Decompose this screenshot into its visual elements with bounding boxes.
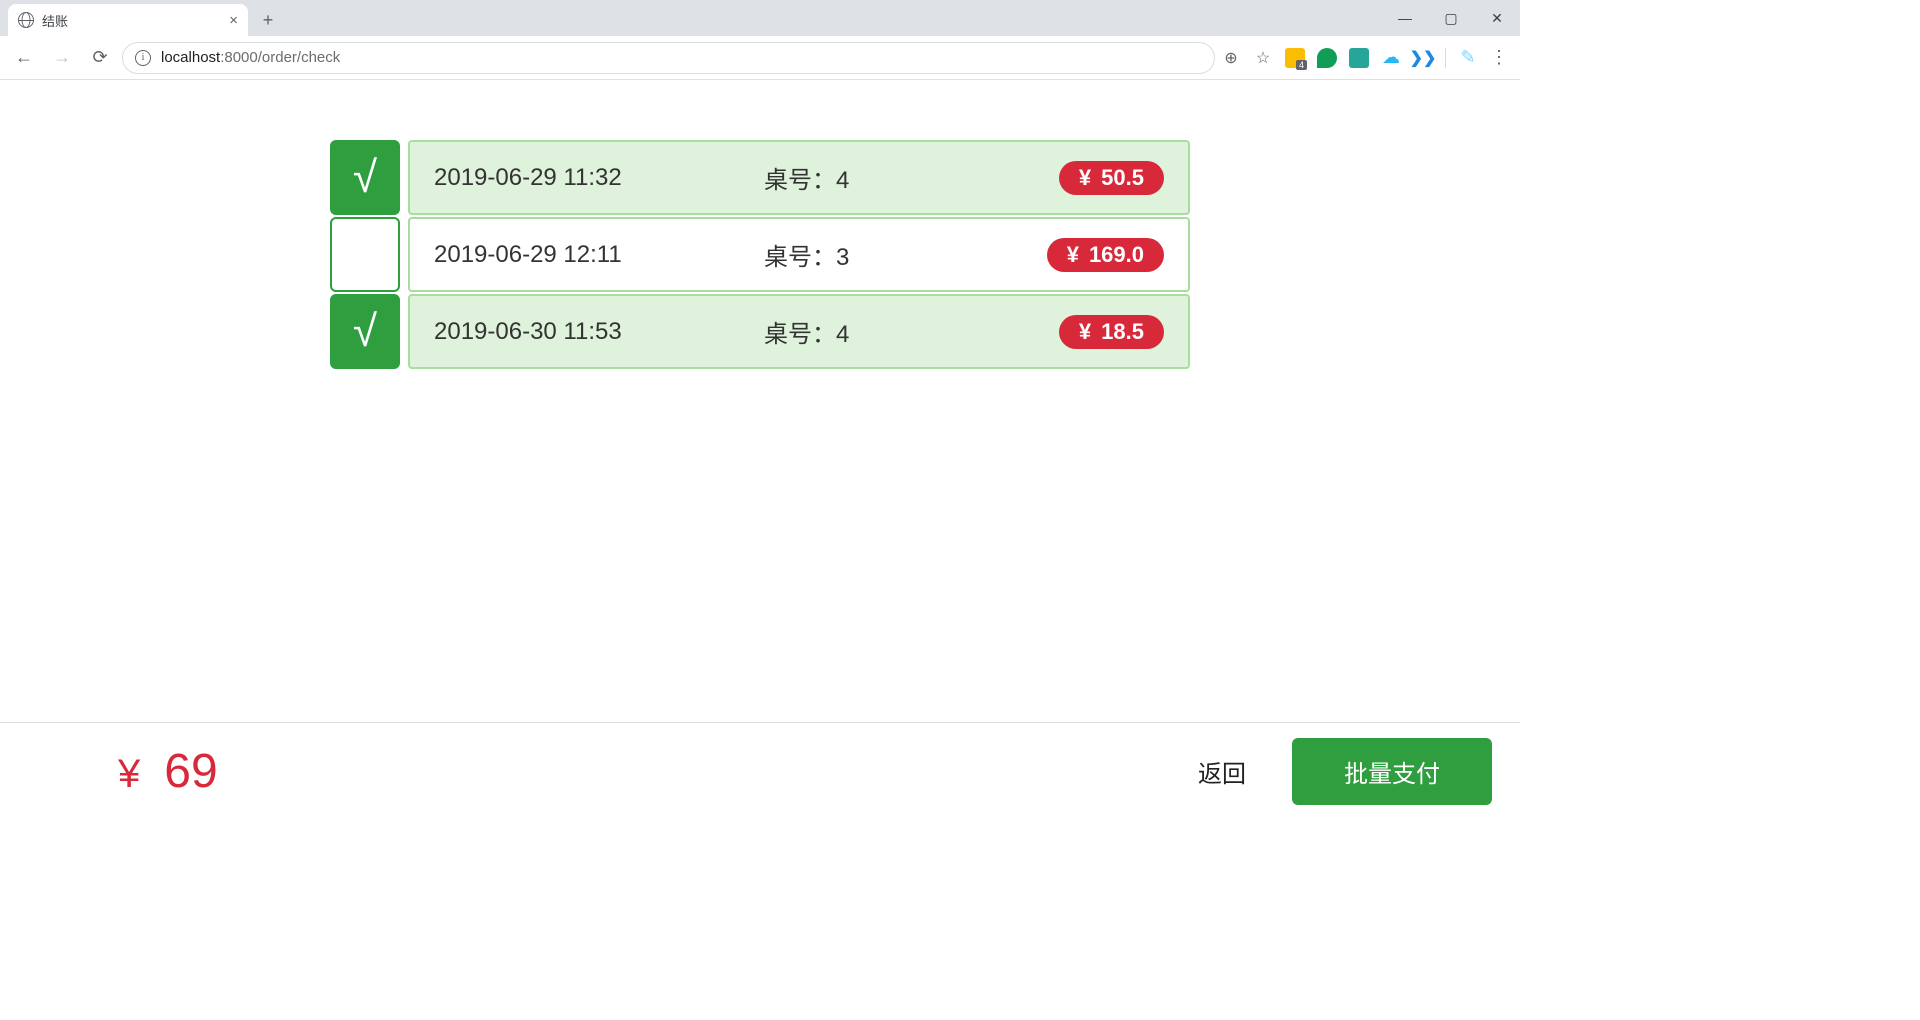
order-row-body[interactable]: 2019-06-29 12:11桌号：3 ¥169.0 [408, 217, 1190, 292]
window-maximize-button[interactable]: ▢ [1428, 0, 1474, 36]
order-checkbox[interactable] [330, 217, 400, 292]
browser-tab[interactable]: 结账 × [8, 4, 248, 36]
url-host: localhost [161, 49, 220, 66]
order-table: 桌号：4 [764, 160, 964, 195]
url-path: :8000/order/check [220, 49, 340, 66]
extension-evernote-icon[interactable] [1317, 48, 1337, 68]
currency-symbol: ¥ [118, 752, 140, 797]
order-price: 18.5 [1101, 319, 1144, 345]
batch-pay-button[interactable]: 批量支付 [1292, 738, 1492, 805]
order-time: 2019-06-30 11:53 [434, 318, 764, 346]
browser-tab-strip: 结账 × + — ▢ ✕ [0, 0, 1520, 36]
order-table: 桌号：4 [764, 314, 964, 349]
extension-chevrons-icon[interactable]: ❯❯ [1413, 48, 1433, 68]
order-row: 2019-06-29 12:11桌号：3 ¥169.0 [330, 217, 1190, 292]
order-price: 169.0 [1089, 242, 1144, 268]
toolbar-separator [1445, 48, 1446, 68]
globe-icon [18, 12, 34, 28]
order-row: √ 2019-06-30 11:53桌号：4 ¥18.5 [330, 294, 1190, 369]
order-time: 2019-06-29 12:11 [434, 241, 764, 269]
zoom-icon[interactable]: ⊕ [1221, 48, 1241, 68]
browser-toolbar: ← → ⟳ i localhost:8000/order/check ⊕ ☆ ☁… [0, 36, 1520, 80]
order-price-badge: ¥50.5 [1059, 161, 1164, 195]
extension-1-icon[interactable] [1285, 48, 1305, 68]
address-bar[interactable]: i localhost:8000/order/check [122, 42, 1215, 74]
extension-3-icon[interactable] [1349, 48, 1369, 68]
total-price: ¥ 69 [118, 744, 218, 799]
window-controls: — ▢ ✕ [1382, 0, 1520, 36]
order-checkbox[interactable]: √ [330, 140, 400, 215]
close-tab-icon[interactable]: × [229, 12, 238, 29]
currency-symbol: ¥ [1079, 165, 1091, 191]
order-price: 50.5 [1101, 165, 1144, 191]
total-amount: 69 [164, 744, 217, 799]
toolbar-right: ⊕ ☆ ☁ ❯❯ ✎ ⋮ [1221, 47, 1512, 68]
site-info-icon[interactable]: i [135, 50, 151, 66]
order-price-badge: ¥169.0 [1047, 238, 1164, 272]
tab-title: 结账 [42, 11, 221, 30]
order-checkbox[interactable]: √ [330, 294, 400, 369]
order-price-badge: ¥18.5 [1059, 315, 1164, 349]
browser-menu-button[interactable]: ⋮ [1490, 47, 1508, 68]
extension-cloud-icon[interactable]: ☁ [1381, 48, 1401, 68]
window-close-button[interactable]: ✕ [1474, 0, 1520, 36]
nav-forward-button[interactable]: → [46, 42, 78, 74]
page-viewport: √2019-06-29 11:32桌号：4¥50.52019-06-29 12:… [0, 80, 1520, 820]
order-table: 桌号：3 [764, 237, 964, 272]
order-row-body[interactable]: 2019-06-29 11:32桌号：4 ¥50.5 [408, 140, 1190, 215]
window-minimize-button[interactable]: — [1382, 0, 1428, 36]
currency-symbol: ¥ [1067, 242, 1079, 268]
order-time: 2019-06-29 11:32 [434, 164, 764, 192]
extension-feather-icon[interactable]: ✎ [1458, 48, 1478, 68]
order-row-body[interactable]: 2019-06-30 11:53桌号：4 ¥18.5 [408, 294, 1190, 369]
nav-back-button[interactable]: ← [8, 42, 40, 74]
nav-reload-button[interactable]: ⟳ [84, 42, 116, 74]
currency-symbol: ¥ [1079, 319, 1091, 345]
back-button[interactable]: 返回 [1180, 744, 1264, 799]
order-row: √ 2019-06-29 11:32桌号：4 ¥50.5 [330, 140, 1190, 215]
checkout-bar: ¥ 69 返回 批量支付 [0, 722, 1520, 820]
bookmark-star-icon[interactable]: ☆ [1253, 48, 1273, 68]
order-list: √2019-06-29 11:32桌号：4¥50.52019-06-29 12:… [330, 140, 1190, 369]
new-tab-button[interactable]: + [254, 4, 282, 36]
